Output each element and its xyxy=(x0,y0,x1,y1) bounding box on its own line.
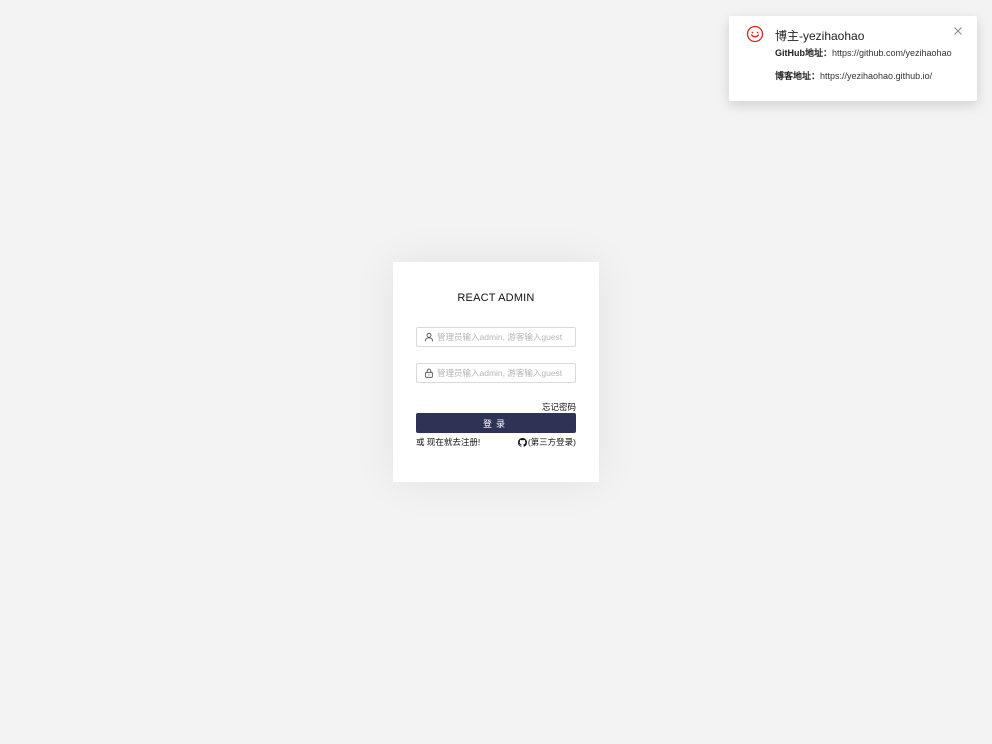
notification-blog-line: 博客地址：https://yezihaohao.github.io/ xyxy=(775,69,932,82)
password-input[interactable] xyxy=(437,368,572,378)
login-button[interactable]: 登录 xyxy=(416,413,576,433)
register-link[interactable]: 现在就去注册! xyxy=(427,437,480,447)
notification-card: 博主-yezihaohao GitHub地址：https://github.co… xyxy=(729,16,977,101)
username-input[interactable] xyxy=(437,332,572,342)
user-icon xyxy=(424,332,434,342)
notification-github-line: GitHub地址：https://github.com/yezihaohao xyxy=(775,46,952,59)
blog-url: https://yezihaohao.github.io/ xyxy=(820,71,933,81)
login-card: REACT ADMIN 忘记密码 登录 或 现在就去注册! (第三方登录) xyxy=(393,262,599,482)
github-label: GitHub地址： xyxy=(775,48,832,58)
lock-icon xyxy=(425,368,433,378)
login-title: REACT ADMIN xyxy=(457,292,535,304)
register-line: 或 现在就去注册! xyxy=(416,436,480,448)
forgot-password-link[interactable]: 忘记密码 xyxy=(542,401,576,413)
register-prefix: 或 xyxy=(416,437,427,447)
github-url: https://github.com/yezihaohao xyxy=(832,48,952,58)
notification-title: 博主-yezihaohao xyxy=(775,29,865,43)
third-party-login-link[interactable]: (第三方登录) xyxy=(517,436,576,448)
blog-label: 博客地址： xyxy=(775,71,821,81)
github-icon xyxy=(517,437,527,447)
username-field[interactable] xyxy=(416,327,576,347)
smile-icon xyxy=(746,25,764,43)
password-field[interactable] xyxy=(416,363,576,383)
close-icon[interactable] xyxy=(952,25,964,37)
third-party-login-label: (第三方登录) xyxy=(527,437,576,447)
